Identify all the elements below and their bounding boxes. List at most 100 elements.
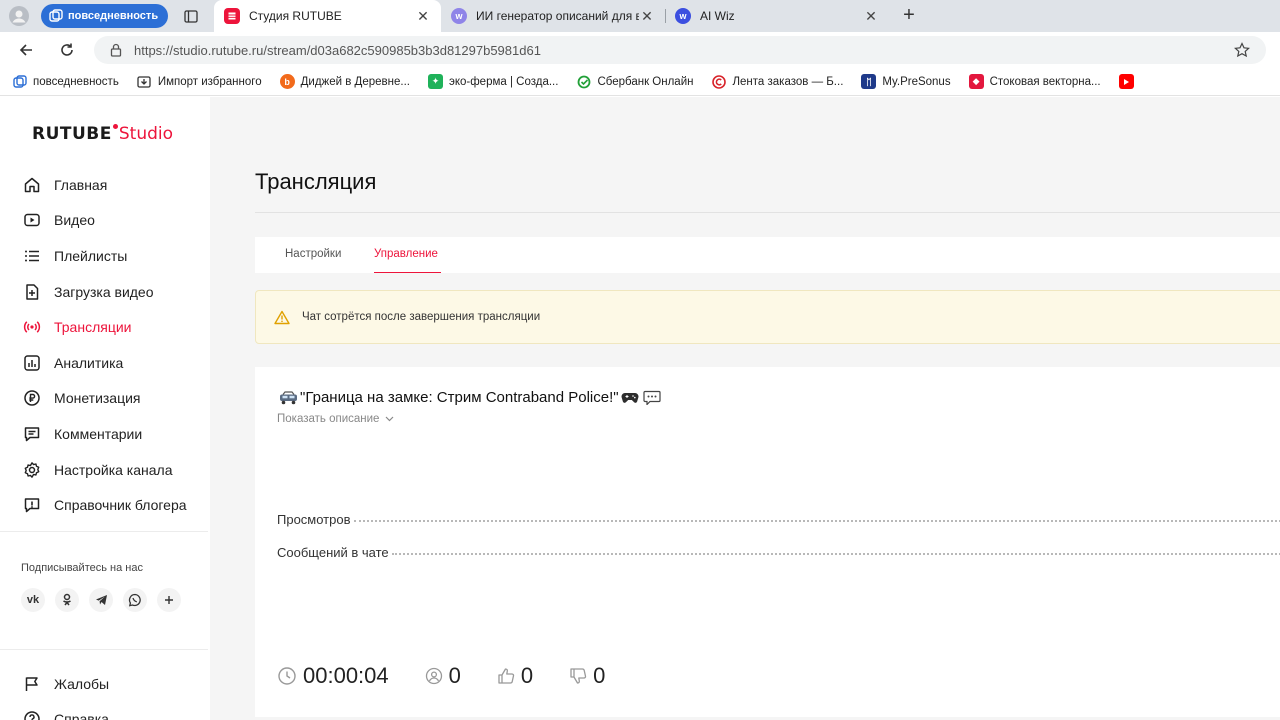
chevron-down-icon [385,416,394,422]
clock-icon [277,666,297,686]
bookmark-sber[interactable]: Сбербанк Онлайн [576,74,693,89]
viewers-value: 0 [448,663,461,688]
tab-ai-generator[interactable]: w ИИ генератор описаний для вид ✕ [441,0,665,32]
bookmark-presonus[interactable]: ᛖ My.PreSonus [861,74,951,89]
bookmark-label: повседневность [33,75,119,88]
profile-icon[interactable] [8,5,30,27]
gear-icon [22,460,42,480]
telegram-icon[interactable] [89,588,113,612]
sidebar-item-label: Настройка канала [54,461,173,478]
bookmark-label: My.PreSonus [882,75,951,88]
broadcast-icon [22,317,42,337]
bookmark-orders[interactable]: Лента заказов — Б... [711,74,843,89]
viber-icon[interactable] [123,588,147,612]
bookmarks-bar: повседневность Импорт избранного b Дидже… [0,68,1280,96]
sidebar-item-label: Справка [54,711,109,720]
tab-close-icon[interactable]: ✕ [863,8,879,25]
tab-settings[interactable]: Настройки [285,248,341,260]
sidebar-item-upload[interactable]: Загрузка видео [22,274,202,310]
bookmark-label: Стоковая векторна... [989,75,1101,88]
url-text: https://studio.rutube.ru/stream/d03a682c… [134,42,541,58]
stream-title-row: "Граница на замке: Стрим Contraband Poli… [277,389,663,406]
sidebar-item-label: Главная [54,176,108,193]
viewer-icon [425,667,443,685]
help-icon [22,709,42,720]
workspace-label: повседневность [68,10,159,22]
social-links: vk [21,588,181,612]
sidebar-item-label: Жалобы [54,675,110,692]
dotted-leader [391,553,1280,555]
sidebar-divider [0,649,208,650]
tab-close-icon[interactable]: ✕ [415,8,431,25]
back-icon[interactable] [15,39,37,61]
bookmark-import[interactable]: Импорт избранного [137,74,262,89]
dislikes-value: 0 [593,663,606,688]
bookmark-workspace[interactable]: повседневность [12,74,119,89]
sidebar-item-monetization[interactable]: Монетизация [22,381,202,417]
alert-text: Чат сотрётся после завершения трансляции [302,311,541,323]
eco-icon: ✦ [427,74,443,89]
ai-wiz-favicon-icon: w [675,8,691,24]
bookmark-dj[interactable]: b Диджей в Деревне... [279,74,410,89]
url-field[interactable]: https://studio.rutube.ru/stream/d03a682c… [94,36,1266,64]
sidebar-item-video[interactable]: Видео [22,203,202,239]
gamepad-icon [621,391,639,404]
sidebar-item-label: Монетизация [54,390,141,407]
upload-icon [22,282,42,302]
sidebar-item-broadcasts[interactable]: Трансляции [22,309,202,345]
title-divider [255,212,1280,213]
playlist-icon [22,246,42,266]
show-description-toggle[interactable]: Показать описание [277,413,394,425]
reload-icon[interactable] [56,39,78,61]
dotted-leader [353,520,1280,522]
sidebar-item-playlists[interactable]: Плейлисты [22,238,202,274]
workspace-button[interactable]: повседневность [41,4,169,28]
ok-icon[interactable] [55,588,79,612]
vk-icon[interactable]: vk [21,588,45,612]
bookmark-eco[interactable]: ✦ эко-ферма | Созда... [427,74,558,89]
tab-title: Студия RUTUBE [249,9,342,23]
stream-card: "Граница на замке: Стрим Contraband Poli… [255,367,1280,717]
sidebar-item-home[interactable]: Главная [22,167,202,203]
import-icon [137,74,152,89]
sidebar-item-blogger-guide[interactable]: Справочник блогера [22,487,202,523]
bookmark-youtube[interactable] [1118,74,1140,89]
duration-value: 00:00:04 [303,663,389,688]
views-stat-row: Просмотров [277,512,1280,527]
workspace-icon [12,74,27,89]
tab-actions-icon[interactable] [180,6,202,26]
more-icon[interactable] [157,588,181,612]
bookmark-label: Диджей в Деревне... [300,75,410,88]
tab-title: AI Wiz [700,9,735,23]
info-icon [22,495,42,515]
lock-icon [110,43,122,57]
police-car-icon [279,390,298,405]
sidebar: RUTUBE Studio Главная Видео Плейлисты За… [0,97,210,720]
stream-title: "Граница на замке: Стрим Contraband Poli… [300,389,619,406]
logo-studio-text: Studio [118,124,174,144]
sidebar-item-channel-settings[interactable]: Настройка канала [22,452,202,488]
show-description-label: Показать описание [277,413,380,425]
tab-rutube-studio[interactable]: Студия RUTUBE ✕ [214,0,441,32]
chat-messages-stat-row: Сообщений в чате [277,545,1280,560]
sidebar-item-help[interactable]: Справка [22,702,202,720]
sidebar-item-comments[interactable]: Комментарии [22,416,202,452]
bookmark-stock[interactable]: ◆ Стоковая векторна... [968,74,1101,89]
warning-icon [274,310,290,325]
workspace-icon [49,9,63,23]
ruble-icon [22,388,42,408]
sidebar-item-complaints[interactable]: Жалобы [22,666,202,702]
tab-management[interactable]: Управление [374,248,438,260]
likes-value: 0 [520,663,534,688]
views-label: Просмотров [277,512,351,527]
sidebar-item-analytics[interactable]: Аналитика [22,345,202,381]
bookmark-label: Импорт избранного [157,75,262,88]
bookmark-star-icon[interactable] [1234,42,1250,61]
rutube-studio-logo[interactable]: RUTUBE Studio [32,123,174,144]
sidebar-item-label: Загрузка видео [54,283,154,300]
tab-close-icon[interactable]: ✕ [639,8,655,25]
sidebar-item-label: Справочник блогера [54,497,187,514]
tab-ai-wiz[interactable]: w AI Wiz ✕ [665,0,889,32]
thumbs-down-icon [569,667,587,685]
new-tab-icon[interactable]: + [898,5,920,27]
